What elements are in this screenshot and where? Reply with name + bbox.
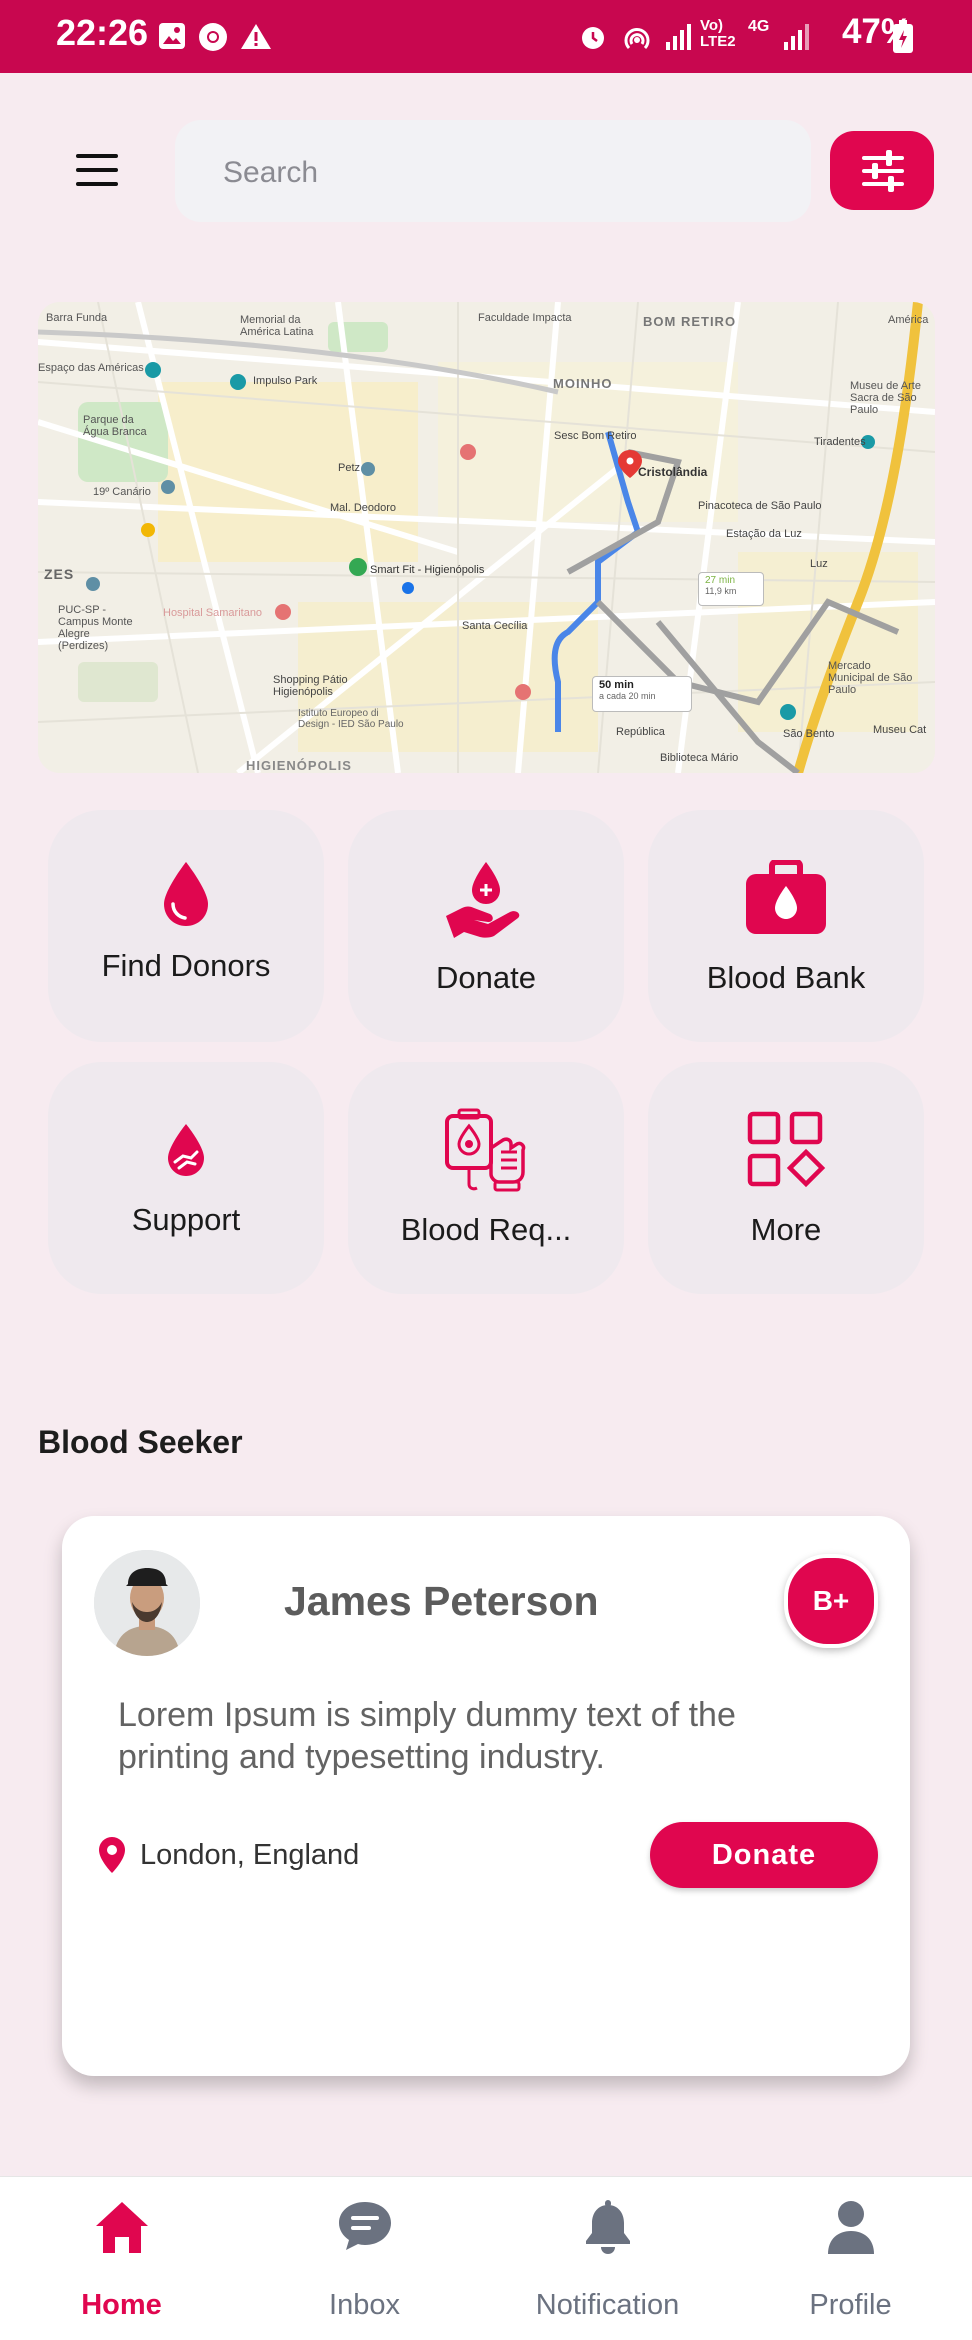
- map-label: Barra Funda: [46, 312, 108, 324]
- map-view[interactable]: Barra Funda Espaço das Américas Memorial…: [38, 302, 935, 773]
- tile-support[interactable]: Support: [48, 1062, 324, 1294]
- map-label: Santa Cecília: [462, 620, 528, 632]
- map-label: São Bento: [783, 728, 835, 740]
- map-label: Tiradentes: [814, 436, 866, 448]
- seeker-description: Lorem Ipsum is simply dummy text of the …: [118, 1696, 736, 1776]
- seeker-location: London, England: [140, 1839, 360, 1871]
- alt-route-box[interactable]: 27 min 11,9 km: [698, 572, 764, 606]
- nav-profile[interactable]: Profile: [729, 2177, 972, 2340]
- map-label: Shopping Pátio Higienópolis: [273, 674, 348, 698]
- avatar[interactable]: [94, 1550, 200, 1656]
- hotspot-icon: [624, 28, 650, 50]
- map-label: Museu Cat: [873, 724, 927, 736]
- gallery-icon: [159, 23, 185, 49]
- map-label: Pinacoteca de São Paulo: [698, 500, 822, 512]
- tile-label: Donate: [436, 960, 536, 995]
- blood-request-icon: [445, 1108, 526, 1192]
- bell-icon: [585, 2200, 630, 2254]
- map-label: Hospital Samaritano: [163, 607, 263, 619]
- blood-bank-icon: [746, 860, 826, 934]
- map-label: Espaço das Américas: [38, 362, 144, 374]
- map-label-district: MOINHO: [553, 376, 613, 391]
- route-time: 50 min: [599, 679, 634, 691]
- alarm-icon: [582, 27, 604, 49]
- nav-inbox[interactable]: Inbox: [243, 2177, 486, 2340]
- network-type: 4G: [748, 18, 770, 35]
- map-label: Memorial da América Latina: [240, 314, 314, 338]
- battery-icon: [893, 20, 913, 53]
- nav-label: Inbox: [329, 2289, 400, 2321]
- chrome-icon: [199, 23, 227, 51]
- map-label: Mal. Deodoro: [330, 502, 397, 514]
- alt-route-dist: 11,9 km: [705, 586, 737, 596]
- tile-donate[interactable]: Donate: [348, 810, 624, 1042]
- map-label: República: [616, 726, 665, 738]
- hamburger-icon: [76, 154, 118, 158]
- tile-label: Blood Bank: [706, 960, 866, 995]
- map-label: Sesc Bom Retiro: [554, 430, 637, 442]
- nav-label: Notification: [535, 2289, 680, 2321]
- nav-notification[interactable]: Notification: [486, 2177, 729, 2340]
- map-label-district: BOM RETIRO: [643, 314, 737, 329]
- home-icon: [95, 2202, 148, 2253]
- user-icon: [827, 2201, 874, 2254]
- search-input[interactable]: Search: [175, 120, 811, 222]
- status-bar: 22:26 Vo) LTE2 4G 47%: [0, 0, 972, 73]
- map-label: Museu de Arte Sacra de São Paulo: [850, 380, 921, 416]
- map-label: Mercado Municipal de São Paulo: [828, 660, 913, 696]
- sliders-icon: [862, 150, 904, 192]
- blood-seeker-card[interactable]: James Peterson B+ Lorem Ipsum is simply …: [62, 1516, 910, 2076]
- status-time: 22:26: [56, 12, 149, 53]
- tile-label: Support: [131, 1202, 241, 1237]
- map-label: América: [888, 314, 929, 326]
- tile-blood-request[interactable]: Blood Req...: [348, 1062, 624, 1294]
- tile-label: More: [750, 1212, 822, 1247]
- nav-home[interactable]: Home: [0, 2177, 243, 2340]
- map-label: PUC-SP - Campus Monte Alegre (Perdizes): [58, 604, 133, 652]
- grid-more-icon: [747, 1111, 826, 1188]
- signal-icon: [666, 24, 691, 50]
- tile-find-donors[interactable]: Find Donors: [48, 810, 324, 1042]
- route-frequency: a cada 20 min: [599, 691, 656, 701]
- map-label: Smart Fit - Higienópolis: [370, 564, 485, 576]
- map-label: 19º Canário: [93, 486, 151, 498]
- map-label: Petz: [338, 462, 361, 474]
- filter-button[interactable]: [830, 131, 934, 210]
- menu-button[interactable]: [66, 150, 126, 194]
- location-pin-icon: [99, 1837, 125, 1873]
- map-label: Impulso Park: [253, 375, 318, 387]
- map-label: Luz: [810, 558, 828, 570]
- seeker-name: James Peterson: [284, 1578, 599, 1624]
- donate-hand-icon: [446, 862, 520, 938]
- blood-group-badge: B+: [784, 1554, 878, 1648]
- map-label: Biblioteca Mário: [660, 752, 739, 764]
- signal-icon-2: [784, 24, 809, 50]
- route-info-box[interactable]: 50 min a cada 20 min: [592, 676, 692, 712]
- blood-drop-icon: [164, 862, 208, 926]
- nav-label: Profile: [809, 2289, 892, 2321]
- donate-button[interactable]: Donate: [650, 1822, 878, 1888]
- map-label: Parque da Água Branca: [83, 414, 147, 438]
- section-title: Blood Seeker: [38, 1424, 243, 1460]
- alt-route-time: 27 min: [705, 575, 736, 586]
- avatar-image: [94, 1550, 200, 1656]
- tile-label: Blood Req...: [400, 1212, 572, 1247]
- map-label: Istituto Europeo di Design - IED São Pau…: [298, 708, 404, 730]
- warning-icon: [241, 24, 271, 49]
- chat-icon: [338, 2202, 391, 2250]
- tile-blood-bank[interactable]: Blood Bank: [648, 810, 924, 1042]
- map-label-destination: Cristolândia: [638, 465, 708, 479]
- map-label: Faculdade Impacta: [478, 312, 572, 324]
- search-placeholder: Search: [223, 156, 319, 189]
- volte-icon: Vo) LTE2: [700, 17, 736, 50]
- map-label-district: ZES: [44, 566, 75, 582]
- bottom-navigation: Home Inbox Notification Profile: [0, 2176, 972, 2340]
- tile-more[interactable]: More: [648, 1062, 924, 1294]
- support-icon: [168, 1124, 204, 1176]
- map-label-district: HIGIENÓPOLIS: [246, 758, 352, 773]
- nav-label: Home: [81, 2289, 162, 2321]
- tile-label: Find Donors: [101, 948, 271, 983]
- map-label: Estação da Luz: [726, 528, 802, 540]
